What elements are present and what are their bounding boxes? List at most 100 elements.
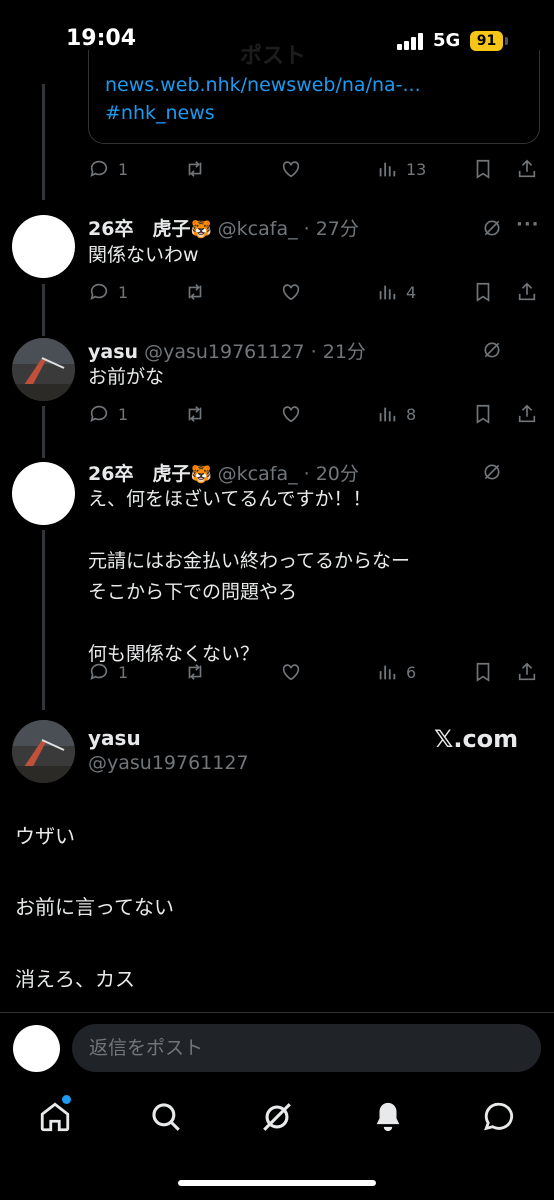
like-button[interactable] [280, 401, 302, 427]
network-type: 5G [433, 30, 461, 51]
handle-time: @kcafa_ · 20分 [217, 463, 359, 485]
reply-input[interactable] [72, 1024, 541, 1072]
post-header: yasu @yasu19761127 · 21分 [88, 337, 366, 364]
search-icon [152, 1103, 180, 1131]
more-icon[interactable]: ··· [516, 214, 540, 235]
x-watermark: 𝕏.com [434, 725, 519, 753]
bookmark-icon [476, 282, 490, 302]
share-icon [518, 282, 536, 301]
like-icon [282, 406, 300, 423]
reply-count: 1 [118, 159, 129, 179]
card-hashtag[interactable]: #nhk_news [105, 102, 215, 124]
messages-icon [484, 1102, 514, 1131]
display-name[interactable]: yasu [88, 341, 138, 363]
home-icon [40, 1102, 70, 1132]
repost-icon [188, 161, 202, 177]
tab-grok[interactable] [260, 1100, 294, 1134]
divider [0, 1012, 554, 1013]
tab-home[interactable] [38, 1100, 72, 1134]
bookmark-button[interactable] [472, 156, 494, 182]
reply-button[interactable]: 1 [88, 401, 128, 427]
tiger-emoji: 🐯 [190, 220, 212, 240]
reply-button[interactable]: 1 [88, 156, 128, 182]
like-button[interactable] [280, 156, 302, 182]
like-button[interactable] [280, 279, 302, 305]
bookmark-button[interactable] [472, 401, 494, 427]
display-name[interactable]: 26卒 虎子 [88, 218, 190, 240]
views-button[interactable]: 4 [376, 279, 416, 305]
share-button[interactable] [516, 401, 538, 427]
views-count: 6 [406, 662, 417, 682]
repost-icon [188, 284, 202, 300]
grok-icon[interactable] [482, 462, 502, 482]
home-indicator[interactable] [178, 1180, 376, 1186]
like-button[interactable] [280, 659, 302, 685]
views-button[interactable]: 6 [376, 659, 416, 685]
views-icon [379, 162, 396, 177]
thread-line [42, 406, 45, 458]
avatar[interactable] [12, 338, 75, 401]
post-text: 関係ないわw [88, 244, 199, 266]
post-actions: 1 4 [88, 279, 540, 305]
grok-icon[interactable] [482, 340, 502, 360]
share-button[interactable] [516, 659, 538, 685]
avatar[interactable] [12, 215, 75, 278]
tab-notifications[interactable] [371, 1100, 405, 1134]
reply-button[interactable]: 1 [88, 279, 128, 305]
tab-messages[interactable] [482, 1100, 516, 1134]
avatar[interactable] [12, 462, 75, 525]
views-icon [379, 285, 396, 300]
thread-line [42, 530, 45, 710]
tab-bar [0, 1090, 554, 1150]
views-button[interactable]: 8 [376, 401, 416, 427]
main-text-line: お前に言ってない [15, 895, 174, 919]
post-actions: 1 8 [88, 401, 540, 427]
reply-count: 1 [118, 662, 129, 682]
like-icon [282, 664, 300, 681]
post-actions: 1 13 [88, 156, 540, 182]
reply-icon [90, 283, 108, 300]
bookmark-button[interactable] [472, 659, 494, 685]
signal-icon [397, 32, 425, 50]
views-icon [379, 407, 396, 422]
notifications-icon [376, 1102, 400, 1132]
like-icon [282, 284, 300, 301]
share-icon [518, 159, 536, 178]
grok-icon[interactable] [482, 218, 502, 238]
repost-button[interactable] [184, 659, 206, 685]
thread-line [42, 84, 45, 200]
repost-button[interactable] [184, 156, 206, 182]
views-count: 8 [406, 404, 417, 424]
views-button[interactable]: 13 [376, 156, 426, 182]
views-icon [379, 665, 396, 680]
bookmark-button[interactable] [472, 279, 494, 305]
avatar-photo [12, 720, 75, 783]
reply-icon [90, 160, 108, 177]
battery-tip [505, 37, 508, 45]
share-button[interactable] [516, 156, 538, 182]
views-count: 13 [406, 159, 427, 179]
post-actions: 1 6 [88, 659, 540, 685]
like-icon [282, 161, 300, 178]
display-name[interactable]: 26卒 虎子 [88, 463, 190, 485]
tab-search[interactable] [149, 1100, 183, 1134]
repost-button[interactable] [184, 401, 206, 427]
reply-icon [90, 405, 108, 422]
bookmark-icon [476, 159, 490, 179]
post-header: 26卒 虎子🐯 @kcafa_ · 20分 [88, 459, 359, 486]
reply-avatar [13, 1025, 60, 1072]
main-display-name[interactable]: yasu [88, 726, 141, 750]
share-button[interactable] [516, 279, 538, 305]
main-avatar[interactable] [12, 720, 75, 783]
reply-button[interactable]: 1 [88, 659, 128, 685]
main-text-line: ウザい [15, 824, 75, 848]
handle-time: @yasu19761127 · 21分 [144, 341, 366, 363]
home-badge [62, 1095, 71, 1104]
status-bar: ポスト 19:04 5G 91 [0, 0, 554, 80]
post-text: お前がな [88, 366, 165, 388]
tiger-emoji: 🐯 [190, 465, 212, 485]
repost-button[interactable] [184, 279, 206, 305]
post-header: 26卒 虎子🐯 @kcafa_ · 27分 [88, 214, 359, 241]
reply-icon [90, 663, 108, 680]
main-handle[interactable]: @yasu19761127 [88, 752, 249, 774]
